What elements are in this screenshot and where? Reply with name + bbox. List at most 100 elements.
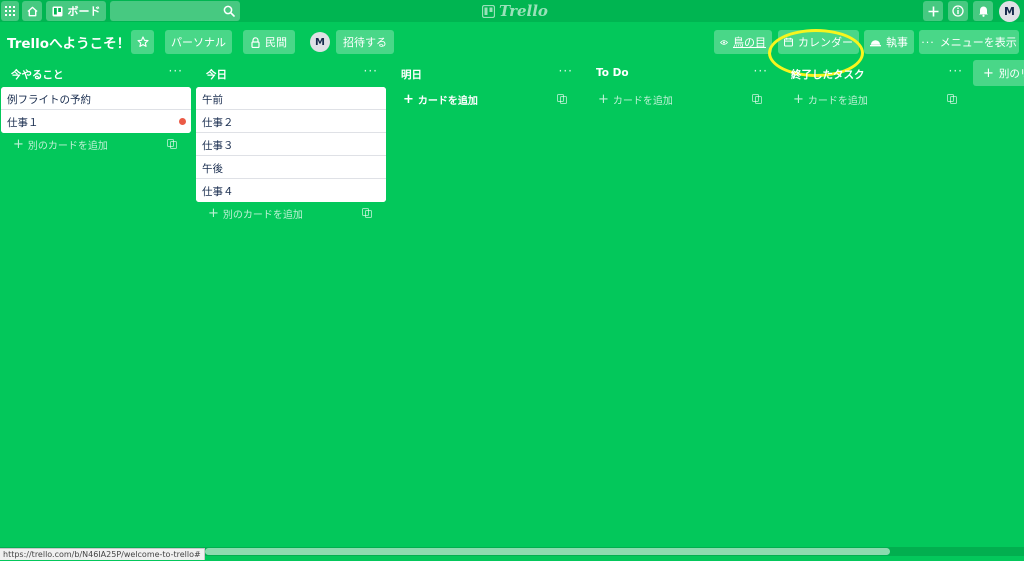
butler-button[interactable]: 執事 [864,30,914,54]
show-menu-button[interactable]: ··· メニューを表示 [919,30,1019,54]
user-avatar[interactable]: M [999,1,1020,22]
card-title: 仕事１ [7,117,39,129]
card-template-icon[interactable] [752,94,762,104]
add-card-button[interactable]: + カードを追加 [586,88,776,110]
card-title: 例フライトの予約 [7,94,91,106]
team-button[interactable]: パーソナル [165,30,232,54]
list-tomorrow: 明日 ··· + カードを追加 [391,62,581,110]
card-template-icon[interactable] [557,94,567,104]
card-template-icon[interactable] [167,139,177,149]
more-icon: ··· [921,35,935,49]
search-input[interactable] [110,1,240,21]
add-card-label: カードを追加 [417,95,478,107]
team-button-label: パーソナル [171,36,226,49]
list-header: 明日 ··· [391,62,581,84]
top-nav-bar: ボード Trello M [0,0,1024,22]
card[interactable]: 午後 [196,156,386,179]
plus-icon [928,6,938,16]
add-list-button[interactable]: + 別のリ [973,60,1024,86]
list-header: 今日 ··· [196,62,386,84]
invite-button-label: 招待する [343,36,387,49]
eye-icon [720,39,728,45]
board-member-initial: M [315,36,325,48]
butler-icon [870,39,881,46]
card-template-icon[interactable] [362,208,372,218]
notifications-button[interactable] [973,1,993,21]
home-icon [26,6,38,16]
plus-icon: + [598,91,609,107]
board-title[interactable]: Trelloへようこそ！ [7,32,130,52]
list-now: 今やること ··· 例フライトの予約 仕事１ + 別のカードを追加 [1,62,191,155]
info-button[interactable] [948,1,968,21]
list-menu-icon[interactable]: ··· [364,64,378,78]
list-done: 終了したタスク ··· + カードを追加 [781,62,971,110]
card-template-icon[interactable] [947,94,957,104]
card-title: 仕事４ [202,186,234,198]
list-menu-icon[interactable]: ··· [754,64,768,78]
calendar-button[interactable]: カレンダー [778,30,859,54]
home-button[interactable] [22,1,42,21]
card-container: 午前 仕事２ 仕事３ 午後 仕事４ [196,87,386,202]
list-title[interactable]: 今やること [11,67,64,82]
list-title[interactable]: 明日 [401,67,422,82]
boards-button[interactable]: ボード [46,1,106,21]
board-member-avatar[interactable]: M [310,32,330,52]
list-menu-icon[interactable]: ··· [949,64,963,78]
card-title: 仕事２ [202,117,234,129]
trello-logo[interactable]: Trello [482,2,548,20]
info-icon [952,5,964,17]
add-card-label: 別のカードを追加 [222,209,303,221]
add-card-label: カードを追加 [612,95,673,107]
plus-icon: + [403,91,414,107]
boards-button-label: ボード [67,5,101,18]
visibility-button[interactable]: 民間 [243,30,295,54]
card[interactable]: 仕事３ [196,133,386,156]
apps-grid-icon [5,6,15,16]
board-icon [52,6,62,16]
watch-button[interactable]: 鳥の目 [714,30,772,54]
list-header: To Do ··· [586,62,776,84]
plus-icon: + [793,91,804,107]
add-card-button[interactable]: + 別のカードを追加 [196,202,386,224]
plus-icon: + [13,136,24,152]
card-title: 午後 [202,163,223,175]
board-header: Trelloへようこそ！ パーソナル 民間 M 招待する 鳥の目 カレンダー 執… [0,22,1024,77]
scrollbar-thumb[interactable] [205,548,890,555]
show-menu-label: メニューを表示 [939,36,1017,49]
card[interactable]: 仕事４ [196,179,386,202]
card[interactable]: 仕事１ [1,110,191,133]
trello-logo-text: Trello [499,2,548,20]
trello-logo-icon [482,4,495,18]
card-title: 午前 [202,94,223,106]
lock-icon [251,36,260,48]
card[interactable]: 午前 [196,87,386,110]
list-title[interactable]: 今日 [206,67,227,82]
invite-button[interactable]: 招待する [336,30,394,54]
card[interactable]: 仕事２ [196,110,386,133]
add-card-label: 別のカードを追加 [27,140,108,152]
card-container: 例フライトの予約 仕事１ [1,87,191,133]
plus-icon: + [983,65,994,81]
card[interactable]: 例フライトの予約 [1,87,191,110]
list-menu-icon[interactable]: ··· [559,64,573,78]
create-button[interactable] [923,1,943,21]
list-header: 今やること ··· [1,62,191,84]
add-card-button[interactable]: + カードを追加 [391,88,581,110]
card-label-dot [179,118,186,125]
list-title[interactable]: To Do [596,67,629,79]
list-title[interactable]: 終了したタスク [791,67,865,82]
star-board-button[interactable] [131,30,154,54]
add-card-button[interactable]: + 別のカードを追加 [1,133,191,155]
card-title: 仕事３ [202,140,234,152]
visibility-button-label: 民間 [265,36,287,49]
watch-button-label: 鳥の目 [733,36,766,49]
list-menu-icon[interactable]: ··· [169,64,183,78]
add-card-button[interactable]: + カードを追加 [781,88,971,110]
list-todo: To Do ··· + カードを追加 [586,62,776,110]
calendar-icon [784,37,793,47]
list-today: 今日 ··· 午前 仕事２ 仕事３ 午後 仕事４ + 別のカードを追加 [196,62,386,224]
apps-grid-button[interactable] [1,1,19,21]
add-list-label: 別のリ [998,67,1024,80]
search-icon [223,5,235,17]
bell-icon [978,6,988,17]
